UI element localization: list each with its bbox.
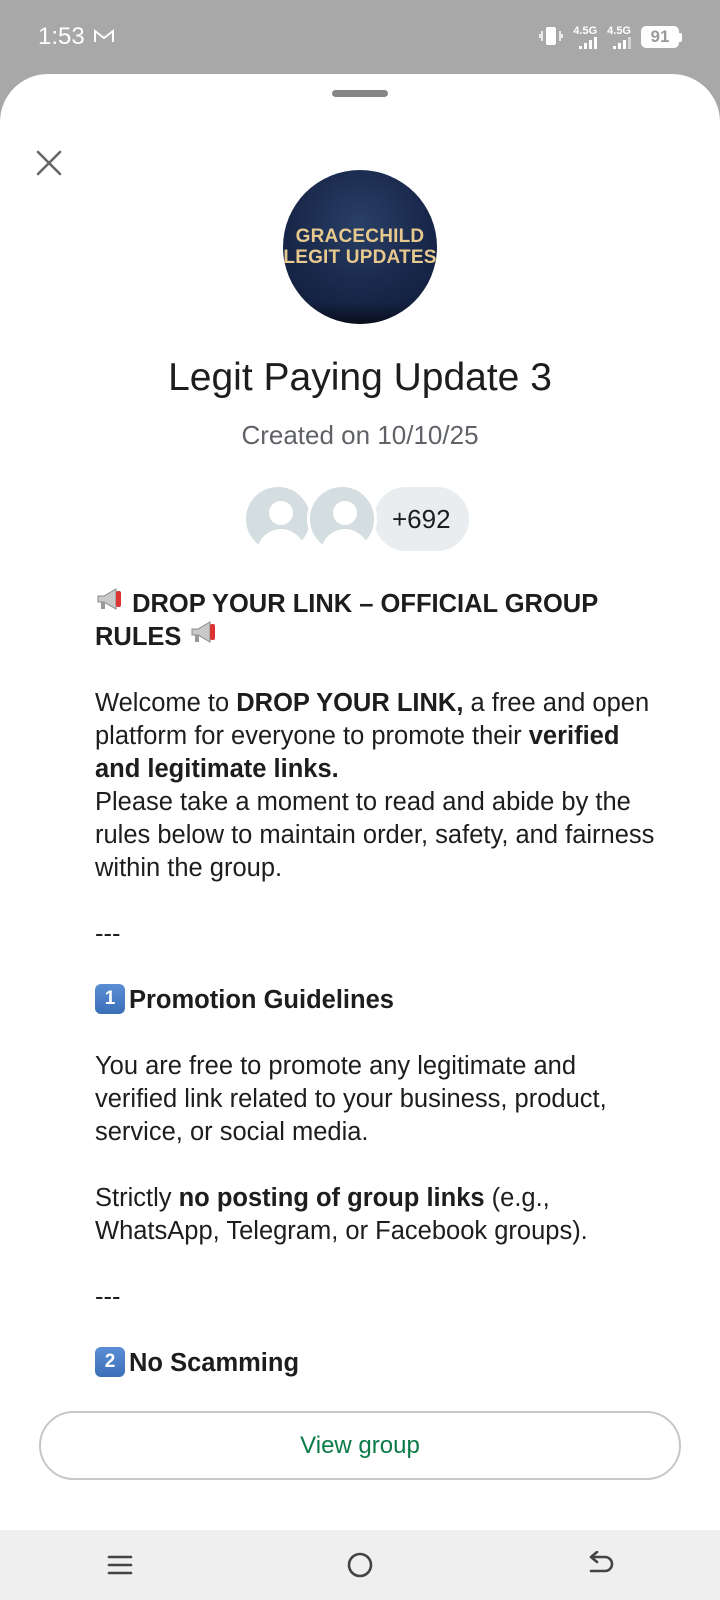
welcome-post: Please take a moment to read and abide b… <box>95 788 655 882</box>
section-1-paragraph-2: Strictly no posting of group links (e.g.… <box>95 1182 655 1248</box>
heading-text: DROP YOUR LINK – OFFICIAL GROUP RULES <box>95 590 598 651</box>
network-type-2: 4.5G <box>607 24 631 37</box>
group-description: DROP YOUR LINK – OFFICIAL GROUP RULES We… <box>95 588 655 1488</box>
group-title: Legit Paying Update 3 <box>168 356 552 399</box>
keycap-2-icon: 2 <box>95 1347 125 1378</box>
network-type-1: 4.5G <box>573 24 598 37</box>
signal-icon <box>613 36 631 49</box>
description-heading: DROP YOUR LINK – OFFICIAL GROUP RULES <box>95 588 655 654</box>
drag-handle[interactable] <box>332 90 388 97</box>
member-avatar <box>243 484 313 554</box>
status-time: 1:53 <box>38 23 85 50</box>
home-circle-icon <box>347 1552 373 1578</box>
section-1-p2-text: Strictly <box>95 1184 179 1212</box>
signal-icon <box>579 36 598 49</box>
megaphone-icon <box>95 588 125 620</box>
recents-button[interactable] <box>90 1540 150 1590</box>
back-icon <box>589 1551 614 1573</box>
battery-icon: 91 <box>641 26 682 48</box>
avatar-text-2: LEGIT UPDATES <box>283 247 437 268</box>
section-1-paragraph-1: You are free to promote any legitimate a… <box>95 1052 607 1146</box>
section-2-title-text: No Scamming <box>129 1349 300 1377</box>
signal-2: 4.5G <box>607 24 631 49</box>
home-button[interactable] <box>330 1540 390 1590</box>
welcome-bold: DROP YOUR LINK, <box>236 689 464 717</box>
section-1-p2-bold: no posting of group links <box>178 1184 485 1212</box>
megaphone-icon <box>189 620 219 653</box>
signal-1: 4.5G <box>573 24 598 49</box>
gmail-icon <box>93 23 115 51</box>
status-left: 1:53 <box>38 23 115 51</box>
members-row[interactable]: +692 <box>243 484 472 554</box>
created-date: Created on 10/10/25 <box>241 420 479 450</box>
separator: --- <box>95 1283 121 1311</box>
member-avatar <box>307 484 377 554</box>
back-button[interactable] <box>570 1540 630 1590</box>
menu-icon <box>107 1555 133 1575</box>
status-bar: 1:53 4.5G 4.5G 91 <box>0 0 720 74</box>
vibrate-icon <box>539 25 564 50</box>
group-avatar: GRACECHILD LEGIT UPDATES <box>283 170 437 324</box>
close-icon <box>36 150 62 176</box>
keycap-1-icon: 1 <box>95 984 125 1015</box>
view-group-button[interactable]: View group <box>39 1411 681 1480</box>
group-info-sheet: GRACECHILD LEGIT UPDATES Legit Paying Up… <box>0 74 720 1530</box>
section-1-title-text: Promotion Guidelines <box>129 986 394 1014</box>
avatar-text-1: GRACECHILD <box>295 226 425 247</box>
system-nav-bar <box>0 1530 720 1600</box>
close-button[interactable] <box>30 144 68 182</box>
welcome-text: Welcome to <box>95 689 237 717</box>
section-1-title: 1 Promotion Guidelines <box>95 984 655 1017</box>
section-2-title: 2 No Scamming <box>95 1347 655 1380</box>
member-count-badge: +692 <box>371 484 472 554</box>
status-right: 4.5G 4.5G 91 <box>539 25 682 50</box>
battery-level: 91 <box>641 26 679 48</box>
separator: --- <box>95 920 121 948</box>
welcome-paragraph: Welcome to DROP YOUR LINK, a free and op… <box>95 687 655 786</box>
